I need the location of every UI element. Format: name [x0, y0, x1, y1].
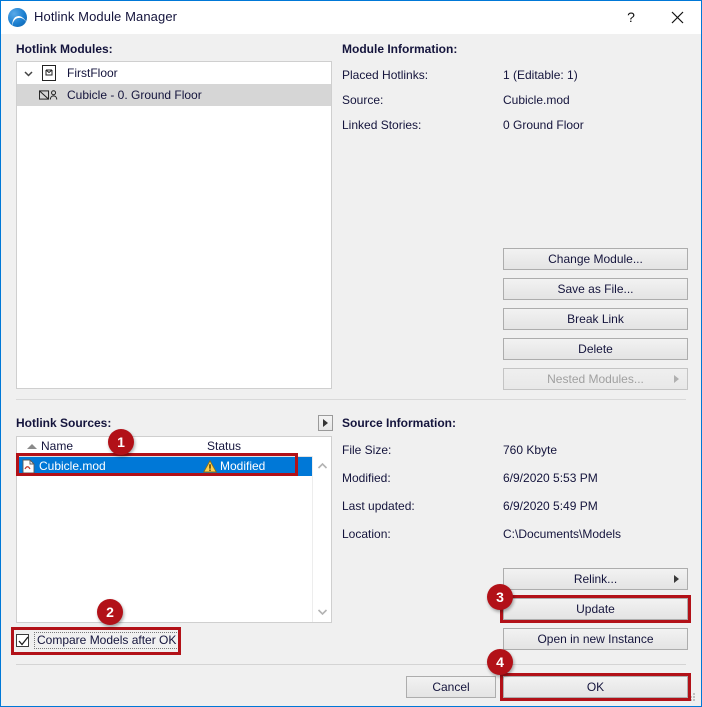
expand-right-icon [323, 419, 328, 427]
update-button[interactable]: Update [503, 598, 688, 620]
button-label: Relink... [573, 572, 618, 586]
question-mark-icon: ? [627, 9, 635, 25]
hotlink-modules-tree[interactable]: FirstFloor Cubicle - 0. Ground Floor [16, 61, 332, 389]
source-label: Source: [342, 93, 384, 107]
tree-item-label: Cubicle - 0. Ground Floor [67, 88, 202, 102]
file-size-label: File Size: [342, 443, 392, 457]
help-button[interactable]: ? [608, 1, 654, 33]
footer-divider [16, 664, 686, 665]
chevron-down-icon[interactable] [17, 62, 39, 84]
modified-value: 6/9/2020 5:53 PM [503, 471, 598, 485]
column-header-name[interactable]: Name [41, 439, 73, 453]
scroll-up-button[interactable] [313, 457, 331, 475]
button-label: Change Module... [548, 252, 643, 266]
column-header-status[interactable]: Status [207, 439, 241, 453]
module-file-icon [39, 62, 59, 84]
section-divider [16, 399, 686, 400]
button-label: OK [586, 680, 605, 694]
checkmark-icon [18, 636, 29, 646]
sources-scrollbar[interactable] [312, 456, 331, 622]
location-label: Location: [342, 527, 391, 541]
sort-ascending-icon[interactable] [27, 444, 37, 449]
mod-file-icon [22, 459, 35, 474]
button-label: Save as File... [557, 282, 634, 296]
last-updated-label: Last updated: [342, 499, 415, 513]
cancel-button[interactable]: Cancel [406, 676, 496, 698]
resize-grip-icon[interactable] [685, 691, 697, 703]
source-information-heading: Source Information: [342, 416, 457, 430]
close-button[interactable] [654, 1, 700, 33]
compare-models-checkbox[interactable]: Compare Models after OK [16, 631, 180, 650]
tree-item-label: FirstFloor [67, 66, 118, 80]
chevron-down-icon [317, 609, 327, 616]
sources-expand-button[interactable] [318, 415, 333, 431]
chevron-right-icon [674, 575, 679, 583]
annotation-badge-1: 1 [108, 429, 134, 455]
source-status-cell: Modified [220, 459, 266, 473]
linked-stories-label: Linked Stories: [342, 118, 422, 132]
table-row[interactable]: Cubicle.mod Modified [17, 457, 313, 476]
button-label: Delete [578, 342, 613, 356]
module-information-heading: Module Information: [342, 42, 458, 56]
archicad-logo-icon [8, 8, 27, 27]
close-icon [671, 11, 683, 23]
break-link-button[interactable]: Break Link [503, 308, 688, 330]
chevron-up-icon [317, 462, 327, 469]
last-updated-value: 6/9/2020 5:49 PM [503, 499, 598, 513]
annotation-badge-2: 2 [97, 599, 123, 625]
window-title: Hotlink Module Manager [34, 9, 178, 24]
nested-modules-button: Nested Modules... [503, 368, 688, 390]
relink-button[interactable]: Relink... [503, 568, 688, 590]
placed-hotlinks-value: 1 (Editable: 1) [503, 68, 578, 82]
chevron-right-icon [674, 375, 679, 383]
tree-item-firstfloor[interactable]: FirstFloor [17, 62, 331, 84]
hotlink-modules-heading: Hotlink Modules: [16, 42, 113, 56]
annotation-badge-4: 4 [487, 649, 513, 675]
scroll-down-button[interactable] [313, 603, 331, 621]
ok-button[interactable]: OK [503, 676, 688, 698]
location-value: C:\Documents\Models [503, 527, 622, 541]
hotlink-sources-heading: Hotlink Sources: [16, 416, 112, 430]
button-label: Open in new Instance [537, 632, 654, 646]
button-label: Break Link [567, 312, 624, 326]
warning-triangle-icon [203, 460, 217, 473]
button-label: Update [576, 602, 615, 616]
hotlink-instance-icon [39, 84, 59, 106]
source-name-cell: Cubicle.mod [39, 459, 106, 473]
linked-stories-value: 0 Ground Floor [503, 118, 584, 132]
title-bar: Hotlink Module Manager ? [1, 1, 701, 34]
sources-column-header: Name Status [17, 437, 331, 457]
checkbox-label: Compare Models after OK [34, 632, 180, 649]
file-size-value: 760 Kbyte [503, 443, 558, 457]
hotlink-module-manager-dialog: Hotlink Module Manager ? Hotlink Modules… [0, 0, 702, 707]
source-value: Cubicle.mod [503, 93, 570, 107]
delete-button[interactable]: Delete [503, 338, 688, 360]
change-module-button[interactable]: Change Module... [503, 248, 688, 270]
annotation-badge-3: 3 [487, 584, 513, 610]
save-as-file-button[interactable]: Save as File... [503, 278, 688, 300]
checkbox-box[interactable] [16, 634, 29, 647]
button-label: Cancel [432, 680, 470, 694]
hotlink-sources-list[interactable]: Name Status Cubicle.mod Modified [16, 436, 332, 623]
button-label: Nested Modules... [547, 372, 644, 386]
open-in-new-instance-button[interactable]: Open in new Instance [503, 628, 688, 650]
placed-hotlinks-label: Placed Hotlinks: [342, 68, 429, 82]
modified-label: Modified: [342, 471, 391, 485]
tree-item-cubicle[interactable]: Cubicle - 0. Ground Floor [17, 84, 331, 106]
